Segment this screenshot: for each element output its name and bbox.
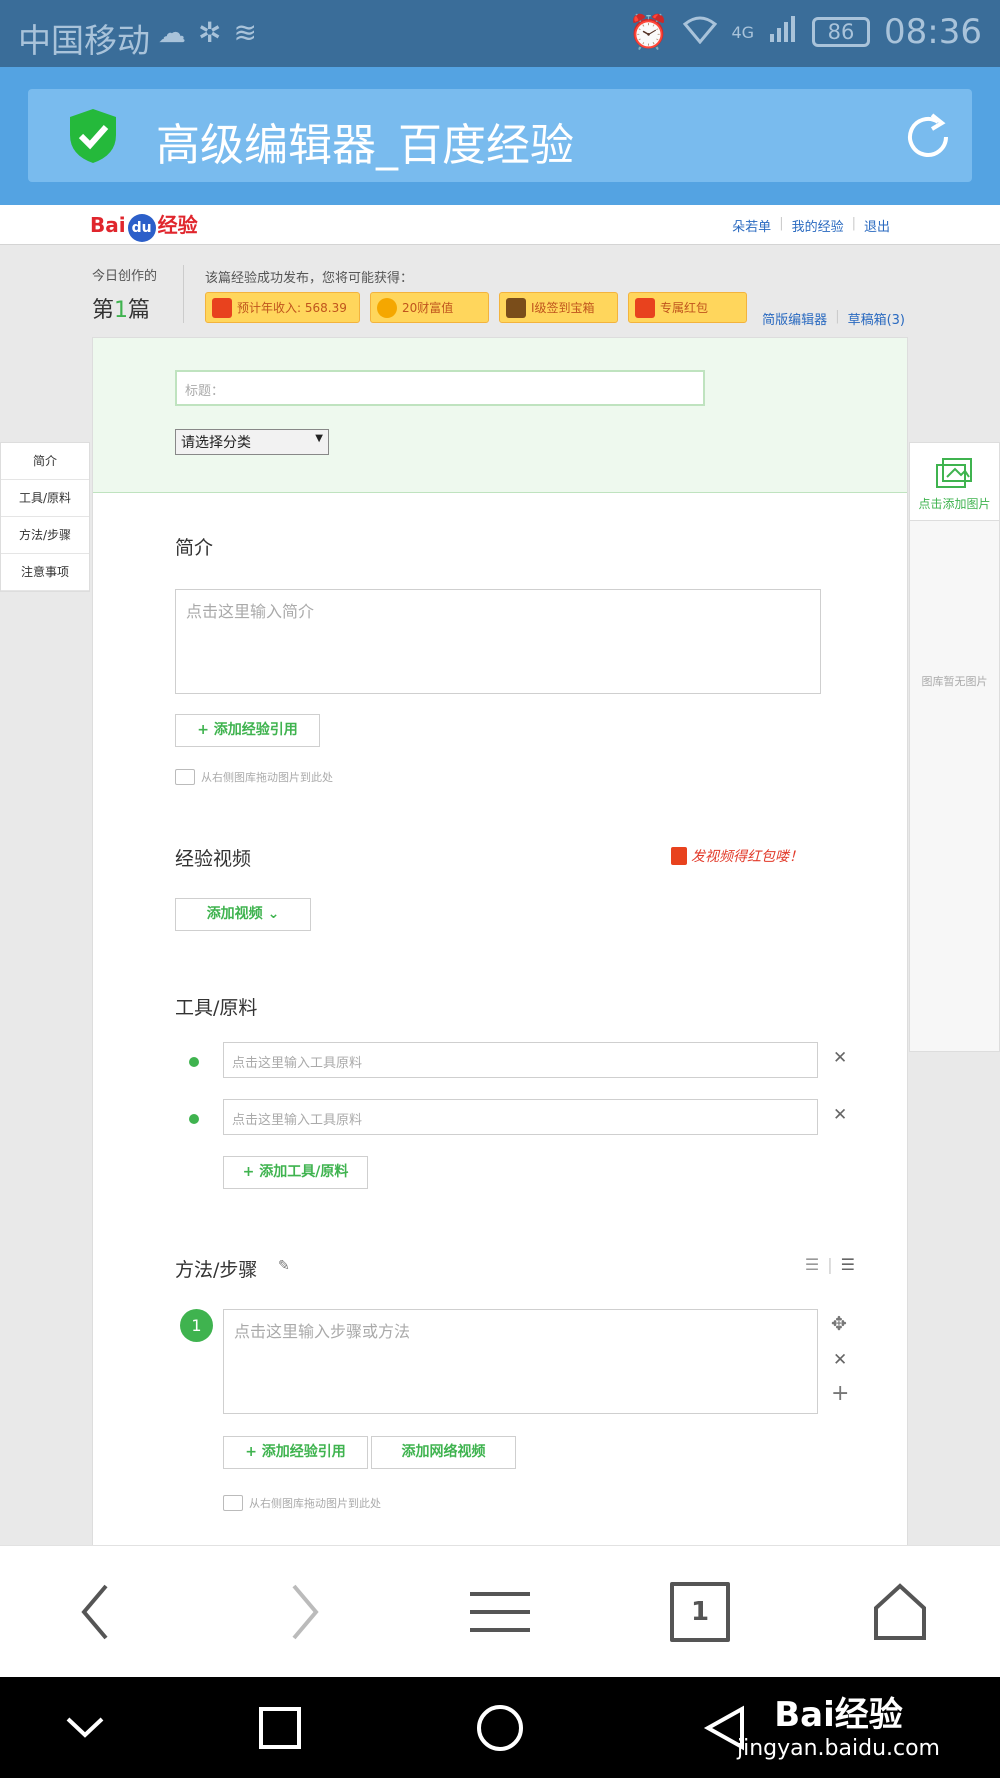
red-envelope-icon — [212, 297, 232, 318]
divider — [183, 265, 184, 323]
battery-icon: 86 — [812, 17, 871, 47]
simple-editor-link[interactable]: 简版编辑器 — [762, 309, 827, 328]
status-notification-icons: ☁ ✲ ≋ — [158, 16, 257, 49]
add-tool-button[interactable]: + 添加工具/原料 — [223, 1156, 368, 1189]
network-type: 4G — [731, 22, 755, 42]
close-icon[interactable]: ✕ — [833, 1105, 847, 1125]
recent-apps-icon[interactable] — [255, 1703, 305, 1753]
cloud-icon: ☁ — [158, 16, 186, 49]
reward-wealth: 20财富值 — [370, 292, 489, 323]
image-icon — [175, 769, 195, 785]
numbered-list-icon[interactable]: ☰ — [805, 1255, 819, 1274]
site-header: Bai du 经验 朵若单 | 我的经验 | 退出 — [0, 205, 1000, 245]
address-bar[interactable]: 高级编辑器_百度经验 — [28, 89, 972, 182]
intro-textarea[interactable]: 点击这里输入简介 — [175, 589, 821, 694]
browser-toolbar: 1 — [0, 1545, 1000, 1677]
bullet-icon — [189, 1057, 199, 1067]
tool-input-1[interactable]: 点击这里输入工具原料 — [223, 1042, 818, 1078]
system-nav-bar: Bai经验 jingyan.baidu.com — [0, 1677, 1000, 1778]
reward-label: 该篇经验成功发布，您将可能获得： — [205, 271, 414, 286]
step-number-badge: 1 — [180, 1309, 213, 1342]
reward-income: 预计年收入: 568.39 — [205, 292, 360, 323]
reward-chest: I级签到宝箱 — [499, 292, 618, 323]
status-bar: 中国移动 ☁ ✲ ≋ ⏰ 4G 86 08:36 — [0, 0, 1000, 67]
forward-icon[interactable] — [270, 1582, 330, 1642]
home-button-icon[interactable] — [475, 1703, 525, 1753]
refresh-icon[interactable] — [902, 111, 954, 163]
treasure-chest-icon — [506, 297, 526, 318]
red-packet-icon — [635, 297, 655, 318]
section-nav-steps[interactable]: 方法/步骤 — [1, 517, 89, 554]
editor-links: 简版编辑器 | 草稿箱(3) — [762, 309, 905, 328]
signal-icon — [768, 13, 798, 52]
my-jingyan-link[interactable]: 我的经验 — [792, 216, 844, 235]
alarm-icon: ⏰ — [628, 12, 670, 51]
reward-list: 预计年收入: 568.39 20财富值 I级签到宝箱 专属红包 — [205, 292, 747, 323]
red-envelope-icon — [671, 847, 687, 865]
wifi-icon — [683, 13, 718, 52]
draft-box-link[interactable]: 草稿箱(3) — [848, 309, 905, 328]
category-select[interactable]: 请选择分类 ▼ — [175, 429, 329, 455]
image-gallery: 点击添加图片 图库暂无图片 — [909, 442, 1000, 1052]
carrier-name: 中国移动 — [18, 21, 150, 60]
user-links: 朵若单 | 我的经验 | 退出 — [732, 216, 890, 235]
list-style-toggle: ☰ | ☰ — [804, 1255, 855, 1274]
home-icon[interactable] — [870, 1582, 930, 1642]
coin-icon — [377, 297, 397, 318]
steps-heading: 方法/步骤 — [175, 1259, 258, 1281]
watermark: Bai经验 jingyan.baidu.com — [736, 1695, 940, 1761]
collapse-icon[interactable] — [60, 1703, 110, 1753]
section-nav: 简介 工具/原料 方法/步骤 注意事项 — [0, 442, 90, 592]
drag-hint: 从右侧图库拖动图片到此处 — [223, 1495, 381, 1511]
section-nav-tools[interactable]: 工具/原料 — [1, 480, 89, 517]
web-page: Bai du 经验 朵若单 | 我的经验 | 退出 今日创作的 第1篇 该篇经验成功… — [0, 205, 1000, 1545]
back-icon[interactable] — [70, 1582, 130, 1642]
bullet-icon — [189, 1114, 199, 1124]
move-icon[interactable]: ✥ — [831, 1313, 847, 1335]
username-link[interactable]: 朵若单 — [732, 216, 771, 235]
add-reference-button[interactable]: + 添加经验引用 — [175, 714, 320, 747]
tabs-button[interactable]: 1 — [670, 1582, 730, 1642]
add-image-button[interactable]: 点击添加图片 — [910, 443, 999, 521]
baidu-jingyan-logo[interactable]: Bai du 经验 — [90, 209, 198, 242]
chevron-down-icon: ⌄ — [267, 906, 280, 922]
menu-icon[interactable] — [470, 1582, 530, 1642]
video-heading: 经验视频 — [175, 848, 252, 870]
add-video-button[interactable]: 添加视频 ⌄ — [175, 898, 311, 931]
section-nav-notes[interactable]: 注意事项 — [1, 554, 89, 591]
section-nav-intro[interactable]: 简介 — [1, 443, 89, 480]
delete-step-icon[interactable]: ✕ — [833, 1350, 847, 1370]
tools-heading: 工具/原料 — [175, 997, 258, 1019]
wifi-share-icon: ≋ — [233, 16, 257, 49]
gallery-empty-text: 图库暂无图片 — [921, 675, 988, 688]
reward-red-packet: 专属红包 — [628, 292, 747, 323]
title-input[interactable]: 标题： — [175, 370, 705, 406]
add-web-video-button[interactable]: 添加网络视频 — [371, 1436, 516, 1469]
image-icon — [223, 1495, 243, 1511]
status-right: ⏰ 4G 86 08:36 — [628, 12, 982, 52]
browser-address-area: 高级编辑器_百度经验 — [0, 67, 1000, 205]
add-step-icon[interactable]: + — [831, 1381, 849, 1406]
dropdown-arrow-icon: ▼ — [315, 433, 323, 444]
bulleted-list-icon[interactable]: ☰ — [841, 1255, 855, 1274]
clock: 08:36 — [884, 12, 982, 52]
page-title: 高级编辑器_百度经验 — [156, 120, 574, 171]
tool-input-2[interactable]: 点击这里输入工具原料 — [223, 1099, 818, 1135]
video-promo[interactable]: 发视频得红包喽！ — [671, 846, 803, 866]
add-image-icon — [935, 458, 972, 488]
title-section: 标题： 请选择分类 ▼ — [93, 338, 907, 493]
editor-panel: 标题： 请选择分类 ▼ 简介 点击这里输入简介 + 添加经验引用 从右侧图库拖动… — [92, 337, 908, 1545]
today-count: 今日创作的 第1篇 — [92, 269, 158, 323]
pencil-icon[interactable]: ✎ — [278, 1258, 290, 1274]
uc-browser-icon: ✲ — [198, 16, 222, 49]
close-icon[interactable]: ✕ — [833, 1048, 847, 1068]
step-textarea[interactable]: 点击这里输入步骤或方法 — [223, 1309, 818, 1414]
drag-hint: 从右侧图库拖动图片到此处 — [175, 769, 333, 785]
step-add-reference-button[interactable]: + 添加经验引用 — [223, 1436, 368, 1469]
intro-heading: 简介 — [175, 537, 214, 559]
security-shield-icon — [70, 109, 116, 163]
logout-link[interactable]: 退出 — [864, 216, 890, 235]
